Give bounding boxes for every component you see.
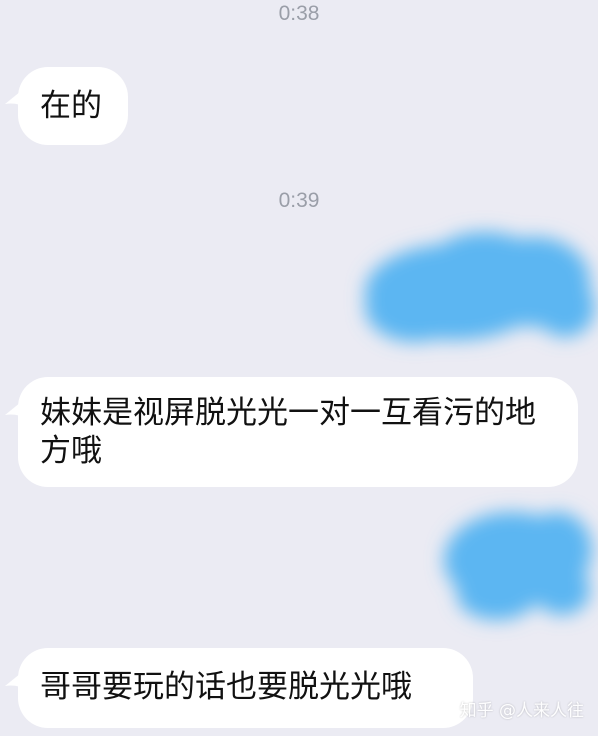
message-text: 妹妹是视屏脱光光一对一互看污的地方哦: [40, 395, 536, 469]
watermark: 知乎 @人来人往: [459, 701, 584, 721]
incoming-message[interactable]: 哥哥要玩的话也要脱光光哦: [18, 648, 473, 728]
message-timestamp: 0:38: [278, 2, 320, 25]
chat-window: 0:38 在的 0:39 妹妹是视屏脱光光一对一互看污的地方哦 哥哥要玩的话也要…: [0, 0, 598, 736]
message-text: 在的: [40, 88, 102, 124]
incoming-message[interactable]: 妹妹是视屏脱光光一对一互看污的地方哦: [18, 377, 578, 487]
incoming-message[interactable]: 在的: [18, 67, 128, 145]
outgoing-message[interactable]: [432, 500, 598, 635]
outgoing-message[interactable]: [345, 212, 598, 362]
message-text: 哥哥要玩的话也要脱光光哦: [40, 669, 412, 705]
message-timestamp: 0:39: [278, 189, 320, 212]
